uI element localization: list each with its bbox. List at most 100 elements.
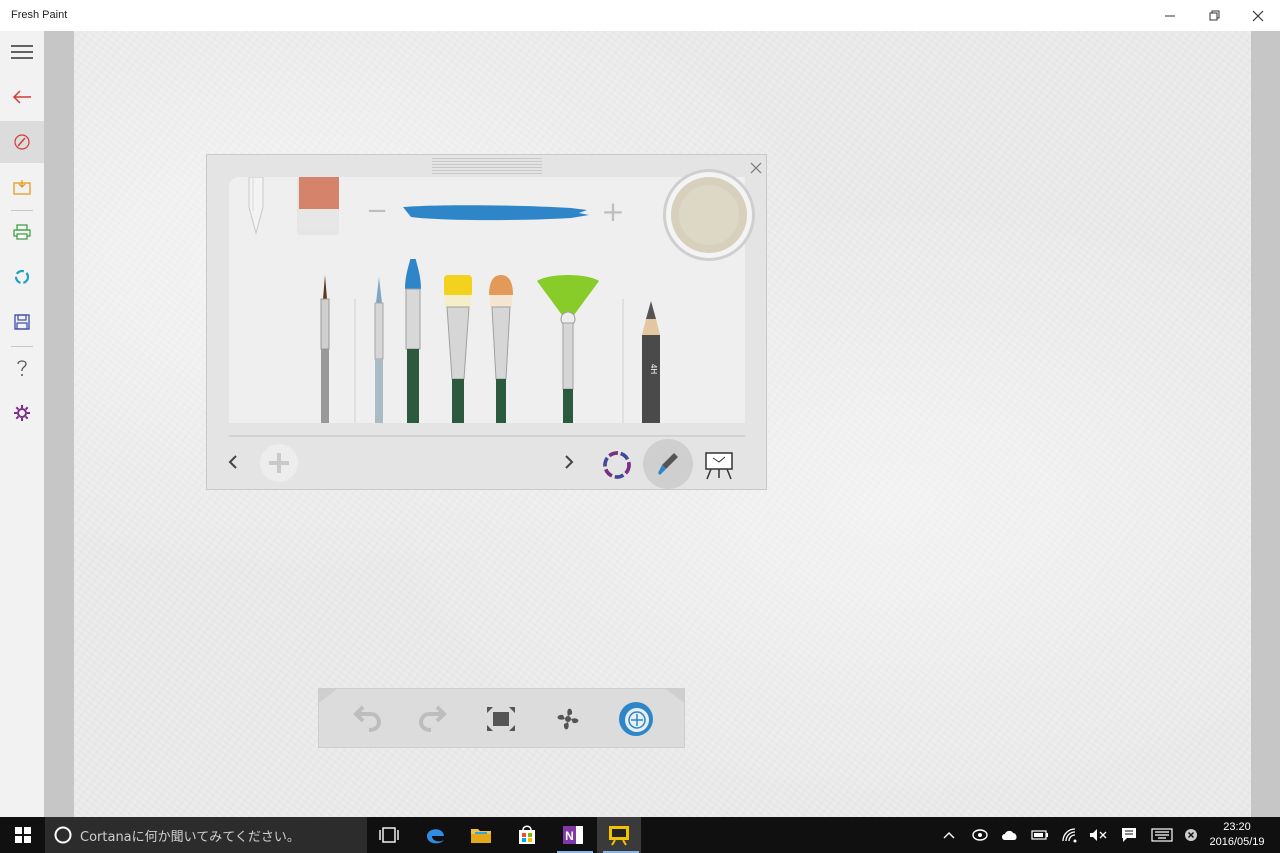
undo-button[interactable]: [347, 699, 387, 739]
action-center-button[interactable]: [1116, 817, 1142, 853]
minus-label: −: [366, 196, 388, 226]
print-icon: [13, 224, 31, 240]
palette-prev-button[interactable]: [223, 451, 243, 473]
share-icon: [14, 269, 30, 285]
restore-button[interactable]: [1193, 0, 1237, 31]
palette-divider: [229, 435, 745, 437]
sidebar-save-button[interactable]: [0, 301, 44, 343]
dry-fan-button[interactable]: [548, 699, 588, 739]
stroke-preview: [403, 205, 589, 221]
notification-icon: [1122, 828, 1136, 842]
add-icon: [260, 444, 298, 482]
brush-size-increase-button[interactable]: +: [599, 195, 627, 228]
tray-close-button[interactable]: [1180, 817, 1202, 853]
onedrive-button[interactable]: [998, 817, 1022, 853]
taskbar-onenote[interactable]: N: [551, 817, 595, 853]
store-icon: [519, 825, 535, 844]
touch-keyboard-button[interactable]: [1148, 817, 1176, 853]
flat-oil-brush[interactable]: [444, 275, 472, 423]
window-title: Fresh Paint: [11, 9, 68, 21]
eye-icon: [972, 829, 988, 841]
clock-date: 2016/05/19: [1209, 836, 1265, 848]
taskbar-edge[interactable]: [413, 817, 457, 853]
filbert-brush[interactable]: [489, 275, 513, 423]
sidebar-print-button[interactable]: [0, 211, 44, 253]
network-button[interactable]: [1058, 817, 1082, 853]
chevron-left-icon: [228, 455, 237, 469]
sidebar-back-button[interactable]: [0, 76, 44, 118]
minimize-button[interactable]: [1148, 0, 1192, 31]
taskbar-file-explorer[interactable]: [459, 817, 503, 853]
sidebar: [0, 31, 44, 817]
sidebar-settings-button[interactable]: [0, 392, 44, 434]
chevron-right-icon: [565, 455, 574, 469]
hamburger-menu-icon: [11, 45, 33, 59]
fan-icon: [557, 708, 579, 730]
start-button[interactable]: [0, 817, 45, 853]
wifi-icon: [1062, 828, 1077, 843]
volume-muted-icon: [1090, 829, 1107, 841]
help-icon: [17, 360, 27, 376]
onenote-icon: N: [563, 826, 583, 844]
watercolor-brush[interactable]: [405, 259, 421, 423]
brush-rack: [320, 259, 624, 423]
brush-icon: [658, 453, 678, 475]
redo-button[interactable]: [413, 699, 453, 739]
toolbar-corner-left: [319, 689, 337, 703]
save-icon: [14, 314, 30, 330]
easel-icon: [705, 452, 733, 480]
add-palette-button[interactable]: [259, 443, 299, 483]
task-view-button[interactable]: [367, 817, 411, 853]
canvas-left-gutter: [44, 31, 74, 817]
thin-round-brush[interactable]: [374, 277, 384, 423]
color-wheel-icon: [603, 451, 631, 479]
search-placeholder: Cortanaに何か聞いてみてください。: [80, 829, 300, 845]
palette-drag-handle[interactable]: [432, 158, 542, 174]
detail-brush[interactable]: [320, 275, 330, 423]
brush-tool-icon: [14, 134, 30, 150]
eraser-tool[interactable]: [293, 177, 343, 239]
color-picker-button[interactable]: [601, 449, 633, 481]
brush-size-decrease-button[interactable]: −: [363, 196, 391, 226]
battery-button[interactable]: [1028, 817, 1052, 853]
pencil-hardness-label: 4H: [649, 364, 658, 374]
sidebar-share-button[interactable]: [0, 256, 44, 298]
settings-icon: [14, 405, 30, 421]
close-button[interactable]: [1236, 0, 1280, 31]
taskbar-fresh-paint[interactable]: [597, 817, 641, 853]
bottom-toolbar: [318, 688, 685, 748]
plus-label: +: [601, 194, 625, 228]
circle-x-icon: [1185, 829, 1197, 841]
fan-brush[interactable]: [537, 275, 599, 423]
canvas-right-gutter: [1251, 31, 1280, 817]
sidebar-menu-button[interactable]: [0, 31, 44, 73]
fit-to-screen-icon: [487, 707, 515, 731]
taskbar-clock[interactable]: 23:20 2016/05/19: [1205, 820, 1269, 850]
svg-text:N: N: [565, 829, 574, 843]
pencil-tool[interactable]: 4H: [638, 301, 664, 423]
windows-logo-icon: [14, 827, 31, 843]
cortana-search-box[interactable]: Cortanaに何か聞いてみてください。: [45, 817, 367, 853]
current-color-swatch[interactable]: [661, 167, 757, 263]
fit-screen-button[interactable]: [481, 699, 521, 739]
battery-icon: [1031, 830, 1048, 840]
fresh-paint-app-icon: [609, 826, 629, 846]
redo-icon: [418, 705, 447, 732]
palette-knife-tool[interactable]: [245, 177, 267, 237]
sidebar-import-button[interactable]: [0, 166, 44, 208]
canvas-mode-button[interactable]: [701, 447, 737, 483]
paint-mode-button[interactable]: [616, 699, 656, 739]
cortana-icon: [54, 826, 72, 844]
close-icon: [1252, 10, 1264, 21]
palette-next-button[interactable]: [559, 451, 579, 473]
show-hidden-icons-button[interactable]: [938, 817, 960, 853]
sidebar-brush-button[interactable]: [0, 121, 44, 163]
tray-app-icon[interactable]: [968, 817, 992, 853]
taskbar-store[interactable]: [505, 817, 549, 853]
brush-mode-button[interactable]: [643, 439, 693, 489]
restore-icon: [1209, 10, 1220, 20]
paint-mode-icon: [619, 702, 653, 736]
sidebar-help-button[interactable]: [0, 347, 44, 389]
folder-icon: [471, 829, 491, 843]
volume-button[interactable]: [1086, 817, 1110, 853]
